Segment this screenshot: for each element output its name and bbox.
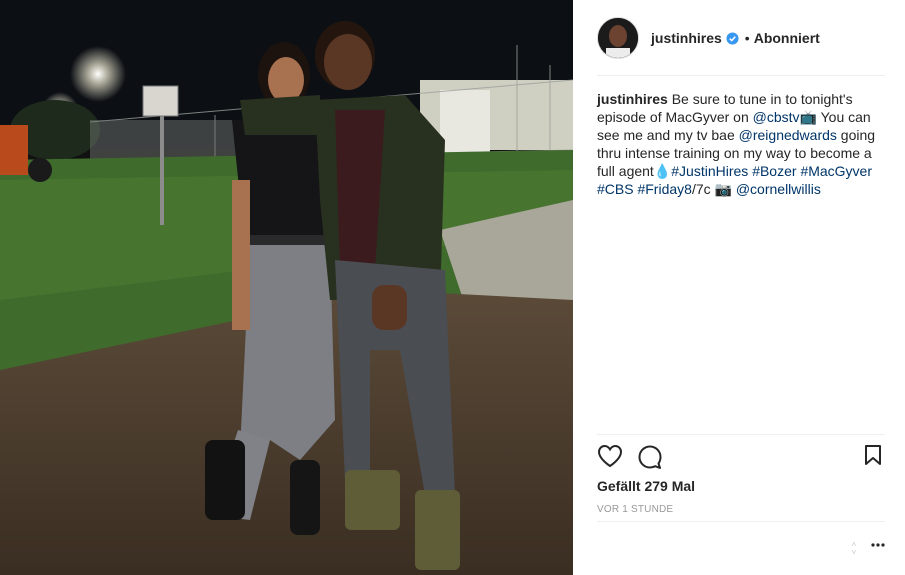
tv-emoji-icon: 📺 <box>799 109 817 125</box>
camera-emoji-icon: 📷 <box>714 181 732 197</box>
follow-status-button[interactable]: Abonniert <box>754 30 820 46</box>
avatar[interactable] <box>597 17 639 59</box>
like-count-text: Gefällt 279 Mal <box>597 478 696 494</box>
hashtag-cbs[interactable]: #CBS <box>597 181 634 197</box>
username-link[interactable]: justinhires <box>651 30 722 46</box>
mention-reignedwards[interactable]: @reignedwards <box>739 127 837 143</box>
action-bar <box>597 444 885 472</box>
post-timestamp[interactable]: VOR 1 STUNDE <box>597 504 673 515</box>
droplet-emoji-icon: 💧 <box>653 163 672 179</box>
verified-badge-icon <box>726 31 739 45</box>
hashtag-bozer[interactable]: #Bozer <box>752 163 796 179</box>
post-caption: justinhires Be sure to tune in to tonigh… <box>597 90 885 198</box>
heart-icon[interactable] <box>597 444 623 468</box>
caption-text: /7c <box>691 181 711 197</box>
hashtag-macgyver[interactable]: #MacGyver <box>800 163 872 179</box>
post-photo[interactable] <box>0 0 573 575</box>
separator-dot: • <box>744 30 750 46</box>
post-header: justinhires • Abonniert <box>597 16 885 60</box>
caption-username[interactable]: justinhires <box>597 91 668 107</box>
divider <box>597 434 885 435</box>
divider <box>597 75 885 76</box>
instagram-post: justinhires • Abonniert justinhires Be s… <box>0 0 905 575</box>
hashtag-friday8[interactable]: #Friday8 <box>637 181 691 197</box>
like-count[interactable]: Gefällt 279 Mal <box>597 478 695 494</box>
hashtag-justinhires[interactable]: #JustinHires <box>671 163 748 179</box>
avatar-image <box>598 18 638 58</box>
divider <box>597 521 885 522</box>
more-options-icon[interactable] <box>871 543 885 547</box>
post-side-panel: justinhires • Abonniert justinhires Be s… <box>573 0 905 575</box>
comment-row: ˄ ˅ <box>597 535 885 565</box>
mention-cbstv[interactable]: @cbstv <box>753 109 800 125</box>
comment-icon[interactable] <box>637 444 663 470</box>
bookmark-icon[interactable] <box>864 444 882 466</box>
loading-spinner-icon: ˄ ˅ <box>851 540 857 557</box>
photo-illustration <box>0 0 573 575</box>
mention-cornellwillis[interactable]: @cornellwillis <box>736 181 821 197</box>
